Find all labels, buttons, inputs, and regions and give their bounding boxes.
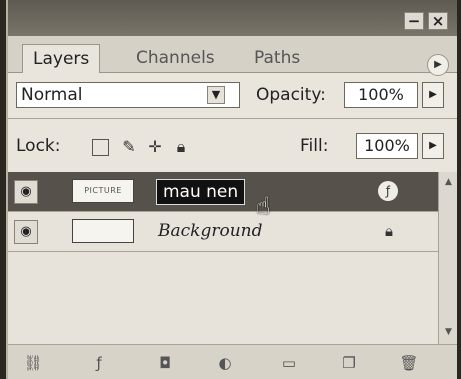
layers-scrollbar[interactable]: ▲ ▼ <box>438 172 457 344</box>
eye-icon[interactable]: ◉ <box>14 220 38 244</box>
close-button[interactable]: × <box>428 12 448 30</box>
fill-label: Fill: <box>300 136 329 156</box>
mask-icon[interactable]: ◘ <box>154 353 176 373</box>
panel-footer: ⛓ ƒ ◘ ◐ ▭ ❐ 🗑︎ <box>8 344 457 379</box>
divider <box>8 118 457 119</box>
new-layer-icon[interactable]: ❐ <box>338 353 360 373</box>
trash-icon[interactable]: 🗑︎ <box>398 353 420 373</box>
opacity-slider-button[interactable]: ▶ <box>422 82 444 108</box>
scroll-down-icon[interactable]: ▼ <box>440 324 457 341</box>
layers-list: ◉ PICTURE mau nen ƒ ◉ Background 🔒︎ <box>8 172 438 344</box>
layers-panel: − × Layers Channels Paths ▶ Normal ▼ Opa… <box>6 0 457 379</box>
lock-all-icon[interactable]: 🔒︎ <box>172 138 190 156</box>
layer-row[interactable]: ◉ PICTURE mau nen ƒ <box>8 172 438 212</box>
link-icon[interactable]: ⛓ <box>22 353 44 373</box>
scroll-up-icon[interactable]: ▲ <box>440 174 457 191</box>
layer-name: Background <box>158 221 263 241</box>
blend-mode-select[interactable]: Normal ▼ <box>16 82 240 108</box>
layer-name-input[interactable]: mau nen <box>156 179 246 205</box>
chevron-down-icon[interactable]: ▼ <box>207 86 225 104</box>
panel-titlebar[interactable]: − × <box>8 0 457 36</box>
layer-thumbnail[interactable]: PICTURE <box>72 179 134 203</box>
layer-thumbnail[interactable] <box>72 219 134 243</box>
lock-icon: 🔒︎ <box>385 222 393 240</box>
tab-bar: Layers Channels Paths ▶ <box>8 36 457 76</box>
lock-position-icon[interactable]: ✛ <box>146 138 164 156</box>
tab-layers[interactable]: Layers <box>22 44 101 73</box>
blend-row: Normal ▼ Opacity: 100% ▶ <box>8 74 457 116</box>
tab-channels[interactable]: Channels <box>126 44 225 72</box>
lock-transparent-icon[interactable] <box>92 139 109 156</box>
lock-label: Lock: <box>16 136 61 156</box>
fill-input[interactable]: 100% <box>356 133 418 159</box>
fx-icon[interactable]: ƒ <box>88 353 110 373</box>
lock-row: Lock: ✎ ✛ 🔒︎ Fill: 100% ▶ <box>8 125 457 169</box>
layer-row[interactable]: ◉ Background 🔒︎ <box>8 212 438 252</box>
fill-slider-button[interactable]: ▶ <box>422 133 444 159</box>
folder-icon[interactable]: ▭ <box>278 353 300 373</box>
minimize-button[interactable]: − <box>404 12 424 30</box>
fx-icon[interactable]: ƒ <box>378 181 398 201</box>
adjustment-icon[interactable]: ◐ <box>214 353 236 373</box>
eye-icon[interactable]: ◉ <box>14 180 38 204</box>
tab-paths[interactable]: Paths <box>244 44 310 72</box>
opacity-label: Opacity: <box>256 85 326 105</box>
opacity-input[interactable]: 100% <box>344 82 418 108</box>
blend-mode-value: Normal <box>21 85 83 105</box>
panel-menu-button[interactable]: ▶ <box>427 54 449 76</box>
lock-image-icon[interactable]: ✎ <box>120 138 138 156</box>
hand-cursor-icon: ☝ <box>256 192 271 220</box>
